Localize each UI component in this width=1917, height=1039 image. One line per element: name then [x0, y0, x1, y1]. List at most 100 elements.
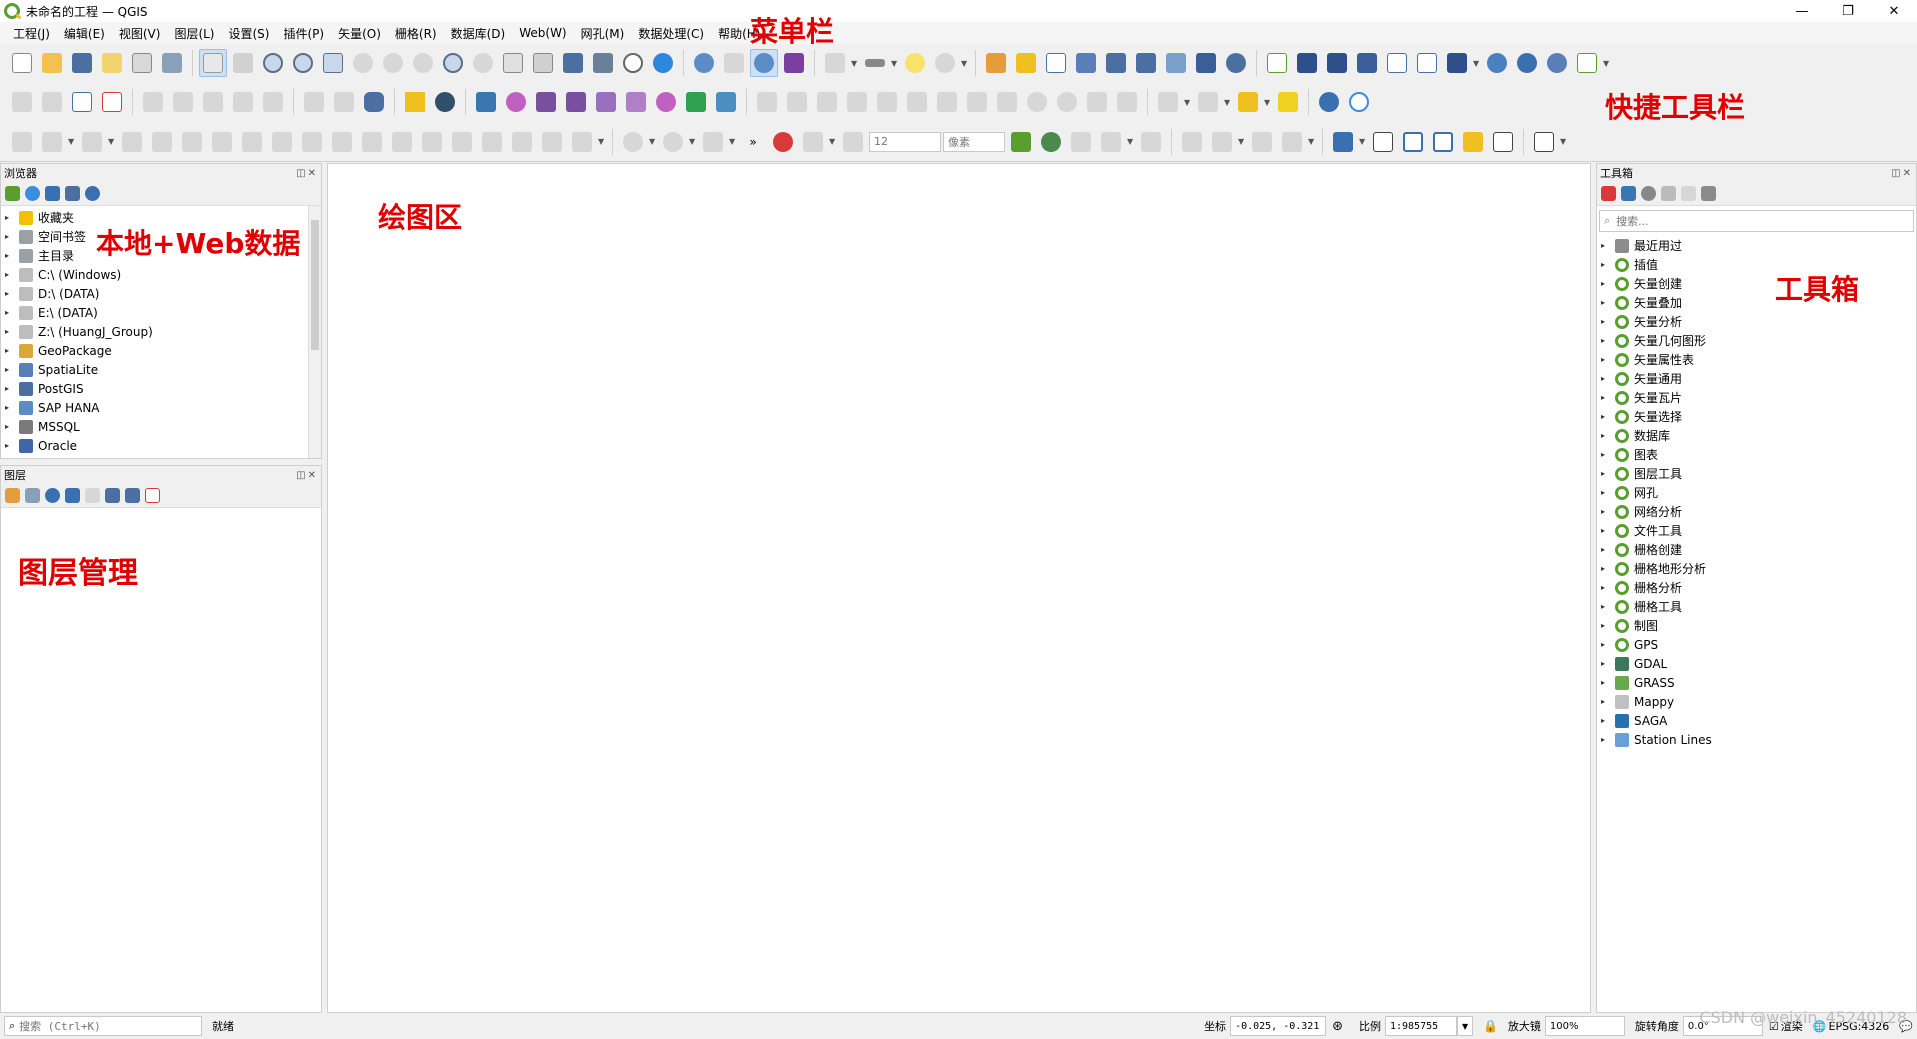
- advanced-digitize-6-button[interactable]: [178, 128, 206, 156]
- menu-plugins[interactable]: 插件(P): [276, 25, 331, 42]
- expand-arrow-icon[interactable]: ▸: [1, 365, 13, 374]
- digitize-1-button[interactable]: [753, 88, 781, 116]
- menu-layer[interactable]: 图层(L): [167, 25, 221, 42]
- chevron-down-icon[interactable]: ▼: [689, 137, 697, 146]
- add-virtual-layer-button[interactable]: [1162, 49, 1190, 77]
- digitize-tool-button[interactable]: [1353, 49, 1381, 77]
- chevron-down-icon[interactable]: ▼: [1560, 137, 1568, 146]
- advanced-digitize-3-button[interactable]: [78, 128, 106, 156]
- lock-icon[interactable]: 🔒: [1483, 1019, 1498, 1033]
- chevron-down-icon[interactable]: ▼: [1308, 137, 1316, 146]
- map-canvas[interactable]: [327, 163, 1591, 1013]
- restore-button[interactable]: ❐: [1825, 0, 1871, 22]
- chevron-down-icon[interactable]: ▼: [729, 137, 737, 146]
- zoom-out-button[interactable]: [289, 49, 317, 77]
- text-tool-button[interactable]: [1489, 128, 1517, 156]
- expression-filter-icon[interactable]: [85, 488, 100, 503]
- coordinate-input[interactable]: -0.025, -0.321: [1230, 1016, 1327, 1036]
- rotate-label-button[interactable]: [229, 88, 257, 116]
- chevron-down-icon[interactable]: ▼: [961, 59, 969, 68]
- expand-arrow-icon[interactable]: ▸: [1597, 564, 1609, 573]
- chevron-down-icon[interactable]: ▼: [1359, 137, 1367, 146]
- advanced-digitize-1-button[interactable]: [8, 128, 36, 156]
- digitize-4-button[interactable]: [843, 88, 871, 116]
- advanced-digitize-5-button[interactable]: [148, 128, 176, 156]
- toolbox-item[interactable]: ▸ 栅格地形分析: [1597, 559, 1916, 578]
- digitize-6-button[interactable]: [1083, 88, 1111, 116]
- map-tips-button[interactable]: [901, 49, 929, 77]
- digitize-5-button[interactable]: [873, 88, 901, 116]
- menu-raster[interactable]: 栅格(R): [388, 25, 444, 42]
- new-3d-map-view-button[interactable]: [529, 49, 557, 77]
- shape-digitize-3-button[interactable]: [699, 128, 727, 156]
- expand-arrow-icon[interactable]: ▸: [1, 327, 13, 336]
- add-wms-button[interactable]: [1102, 49, 1130, 77]
- refresh-button[interactable]: [649, 49, 677, 77]
- toolbox-item[interactable]: ▸ 网络分析: [1597, 502, 1916, 521]
- expand-arrow-icon[interactable]: ▸: [1597, 450, 1609, 459]
- browser-item[interactable]: ▸ Z:\ (HuangJ_Group): [1, 322, 321, 341]
- select-features-button[interactable]: [821, 49, 849, 77]
- collapse-all-icon[interactable]: [65, 186, 80, 201]
- advanced-digitize-8-button[interactable]: [238, 128, 266, 156]
- python-console-2-button[interactable]: [431, 88, 459, 116]
- expand-all-icon[interactable]: [105, 488, 120, 503]
- chevron-down-icon[interactable]: ▼: [851, 59, 859, 68]
- redo-button[interactable]: [1053, 88, 1081, 116]
- copy-button[interactable]: [963, 88, 991, 116]
- advanced-digitize-9-button[interactable]: [268, 128, 296, 156]
- plugin-1-button[interactable]: [502, 88, 530, 116]
- plugin-2-button[interactable]: [652, 88, 680, 116]
- digitize-7-button[interactable]: [1113, 88, 1141, 116]
- expand-arrow-icon[interactable]: ▸: [1597, 678, 1609, 687]
- profile-tool-button[interactable]: [682, 88, 710, 116]
- zoom-last-button[interactable]: [439, 49, 467, 77]
- menu-processing[interactable]: 数据处理(C): [631, 25, 711, 42]
- move-label-button[interactable]: [199, 88, 227, 116]
- toolbox-item[interactable]: ▸ 栅格分析: [1597, 578, 1916, 597]
- toolbox-item[interactable]: ▸ 栅格创建: [1597, 540, 1916, 559]
- python-button[interactable]: [472, 88, 500, 116]
- scale-dropdown[interactable]: ▼: [1456, 1016, 1473, 1036]
- advanced-digitize-18-button[interactable]: [538, 128, 566, 156]
- chevron-down-icon[interactable]: ▼: [1184, 98, 1192, 107]
- annotation-1-button[interactable]: [1178, 128, 1206, 156]
- expand-arrow-icon[interactable]: ▸: [1597, 621, 1609, 630]
- chevron-down-icon[interactable]: ▼: [598, 137, 606, 146]
- toolbox-item[interactable]: ▸ 矢量选择: [1597, 407, 1916, 426]
- toolbox-item[interactable]: ▸ 矢量创建: [1597, 274, 1916, 293]
- star-tool-button[interactable]: [1459, 128, 1487, 156]
- add-wfs-button[interactable]: [1443, 49, 1471, 77]
- expand-arrow-icon[interactable]: ▸: [1597, 602, 1609, 611]
- advanced-digitize-19-button[interactable]: [568, 128, 596, 156]
- toolbox-item[interactable]: ▸ 数据库: [1597, 426, 1916, 445]
- menu-project[interactable]: 工程(J): [6, 25, 57, 42]
- advanced-digitize-11-button[interactable]: [328, 128, 356, 156]
- chevron-down-icon[interactable]: ▼: [1264, 98, 1272, 107]
- label-abc-button[interactable]: [68, 88, 96, 116]
- expand-arrow-icon[interactable]: ▸: [1597, 241, 1609, 250]
- advanced-digitize-10-button[interactable]: [298, 128, 326, 156]
- expand-arrow-icon[interactable]: ▸: [1597, 716, 1609, 725]
- add-polygon-button[interactable]: [1413, 49, 1441, 77]
- expand-arrow-icon[interactable]: ▸: [1597, 697, 1609, 706]
- zoom-to-selection-button[interactable]: [349, 49, 377, 77]
- toolbox-item[interactable]: ▸ GDAL: [1597, 654, 1916, 673]
- open-project-button[interactable]: [38, 49, 66, 77]
- toolbox-item[interactable]: ▸ 矢量通用: [1597, 369, 1916, 388]
- toolbox-item[interactable]: ▸ GRASS: [1597, 673, 1916, 692]
- expand-arrow-icon[interactable]: ▸: [1597, 431, 1609, 440]
- save-edits-button[interactable]: [38, 88, 66, 116]
- pan-map-button[interactable]: [199, 49, 227, 77]
- chevron-down-icon[interactable]: ▼: [891, 59, 899, 68]
- chevron-down-icon[interactable]: ▼: [1603, 59, 1611, 68]
- chevron-down-icon[interactable]: ▼: [649, 137, 657, 146]
- locator-search-input[interactable]: [19, 1019, 190, 1033]
- expand-arrow-icon[interactable]: ▸: [1, 384, 13, 393]
- tracing-button[interactable]: [1007, 128, 1035, 156]
- new-temp-layer-button[interactable]: [1323, 49, 1351, 77]
- style-manager-button[interactable]: [158, 49, 186, 77]
- expand-arrow-icon[interactable]: ▸: [1597, 545, 1609, 554]
- browser-item[interactable]: ▸ E:\ (DATA): [1, 303, 321, 322]
- toolbox-item[interactable]: ▸ 插值: [1597, 255, 1916, 274]
